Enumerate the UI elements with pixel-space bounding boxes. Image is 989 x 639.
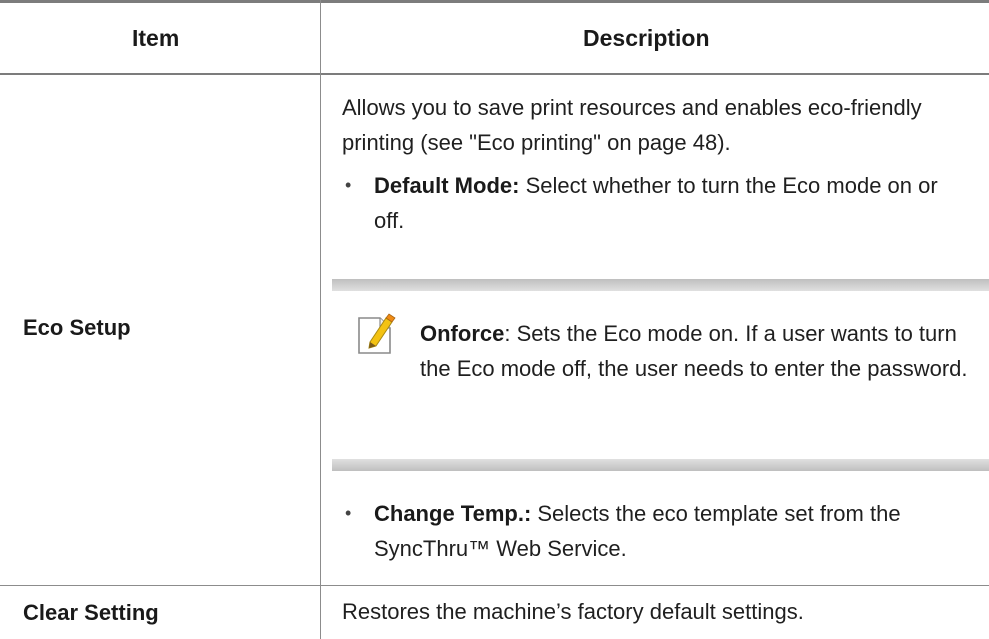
note-top-bar bbox=[332, 279, 989, 291]
header-divider bbox=[0, 73, 989, 75]
bullet-dot: • bbox=[345, 503, 352, 523]
bullet-term: Default Mode: bbox=[374, 173, 520, 198]
bullet-dot: • bbox=[345, 175, 352, 195]
column-divider bbox=[320, 0, 321, 639]
bullet-default-mode: • Default Mode: Select whether to turn t… bbox=[342, 168, 972, 238]
table-top-border bbox=[0, 0, 989, 3]
clear-setting-description: Restores the machine’s factory default s… bbox=[342, 599, 804, 624]
note-text: Onforce: Sets the Eco mode on. If a user… bbox=[420, 316, 980, 386]
row-divider bbox=[0, 585, 989, 586]
note-term: Onforce bbox=[420, 321, 505, 346]
note-bottom-bar bbox=[332, 459, 989, 471]
bullet-term: Change Temp.: bbox=[374, 501, 532, 526]
column-header-description: Description bbox=[583, 25, 710, 51]
item-clear-setting: Clear Setting bbox=[23, 600, 159, 625]
bullet-change-temp: • Change Temp.: Selects the eco template… bbox=[342, 496, 972, 566]
column-header-item: Item bbox=[132, 25, 180, 51]
eco-setup-description: Allows you to save print resources and e… bbox=[342, 95, 922, 155]
note-pencil-icon bbox=[358, 313, 396, 354]
item-eco-setup: Eco Setup bbox=[23, 315, 131, 340]
